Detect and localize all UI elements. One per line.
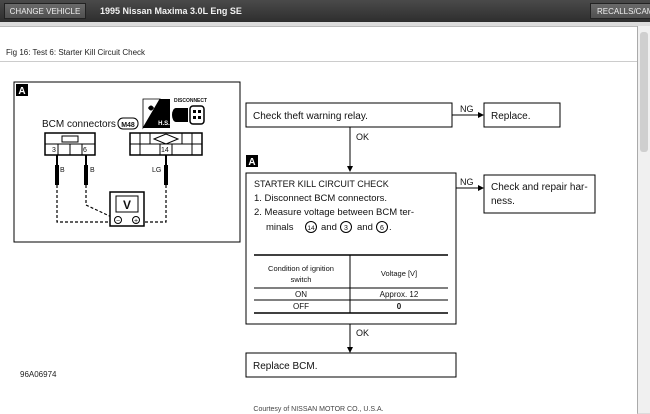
step-check-relay: Check theft warning relay. — [253, 111, 368, 122]
bcm-connectors-label: BCM connectors — [42, 119, 116, 130]
check-step-2a: 2. Measure voltage between BCM ter- — [254, 207, 414, 218]
ng-arrowhead-2 — [478, 185, 484, 191]
row1-condition: ON — [295, 290, 307, 299]
pin-6-label: 6 — [83, 147, 87, 154]
terminal-6: 6 — [380, 225, 384, 232]
check-and-1: and — [321, 222, 337, 233]
vertical-scrollbar[interactable] — [637, 26, 650, 413]
repair-harness-box — [483, 174, 596, 214]
scrollbar-thumb[interactable] — [640, 32, 648, 152]
ok-arrowhead-1 — [347, 166, 353, 172]
connector-id: M48 — [121, 122, 135, 129]
row2-voltage: 0 — [397, 302, 402, 311]
diagnostic-diagram: A BCM connectors M48 H.S. DISCONNECT 3 6 — [13, 81, 596, 378]
ng-arrowhead-1 — [478, 112, 484, 118]
repair-line-1: Check and repair har- — [491, 182, 588, 193]
pin-14-label: 14 — [161, 147, 169, 154]
replace-bcm-text: Replace BCM. — [253, 361, 317, 372]
hs-icon: H.S. — [142, 98, 170, 130]
section-a-label: A — [18, 86, 25, 97]
table-head-condition-2: switch — [291, 275, 312, 284]
ok-label-2: OK — [356, 328, 369, 338]
check-title: STARTER KILL CIRCUIT CHECK — [254, 179, 389, 189]
meter-plus: + — [134, 218, 138, 225]
check-step-2b: minals — [266, 222, 294, 233]
wire-b-label-1: B — [60, 167, 65, 174]
replace-text: Replace. — [491, 111, 530, 122]
terminal-14: 14 — [307, 225, 315, 232]
row2-condition: OFF — [293, 302, 309, 311]
disconnect-icon — [172, 105, 205, 125]
ng-label-1: NG — [460, 104, 474, 114]
ng-label-2: NG — [460, 177, 474, 187]
ok-label-1: OK — [356, 132, 369, 142]
check-dot: . — [389, 222, 392, 233]
meter-label: V — [123, 198, 131, 212]
meter-minus: − — [116, 218, 120, 225]
table-head-condition-1: Condition of ignition — [268, 264, 334, 273]
wire-lg-label: LG — [152, 167, 161, 174]
flow-a-label: A — [248, 157, 255, 168]
terminal-3: 3 — [344, 225, 348, 232]
check-step-1: 1. Disconnect BCM connectors. — [254, 193, 387, 204]
row1-voltage: Approx. 12 — [380, 290, 419, 299]
pin-3-label: 3 — [52, 147, 56, 154]
hs-text: H.S. — [158, 121, 170, 127]
ok-arrowhead-2 — [347, 347, 353, 353]
table-head-voltage: Voltage [V] — [381, 269, 417, 278]
wire-b-label-2: B — [90, 167, 95, 174]
repair-line-2: ness. — [491, 196, 515, 207]
check-and-2: and — [357, 222, 373, 233]
disconnect-label: DISCONNECT — [174, 98, 207, 104]
